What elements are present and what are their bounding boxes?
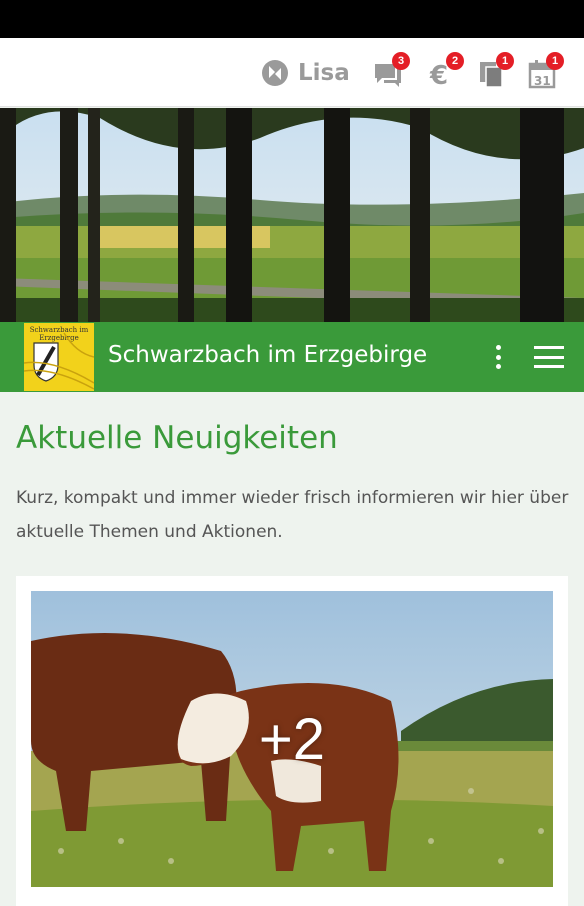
status-bar (0, 0, 584, 38)
calendar-badge: 1 (546, 52, 564, 70)
more-options-button[interactable] (488, 342, 508, 372)
more-images-count: +2 (258, 706, 326, 772)
news-card[interactable]: +2 (16, 576, 568, 906)
news-image[interactable]: +2 (31, 591, 553, 887)
hamburger-line-icon (534, 346, 564, 349)
municipality-logo[interactable]: Schwarzbach im Erzgebirge (24, 323, 94, 391)
site-header: Schwarzbach im Erzgebirge Schwarzbach im… (0, 322, 584, 392)
app-logo-icon (262, 60, 288, 86)
euro-badge: 2 (446, 52, 464, 70)
svg-text:€: € (429, 61, 448, 90)
kebab-dot-icon (495, 345, 501, 350)
section-intro: Kurz, kompakt und immer wieder frisch in… (16, 488, 569, 542)
payments-button[interactable]: € 2 (426, 52, 464, 94)
kebab-dot-icon (495, 364, 501, 369)
hamburger-line-icon (534, 355, 564, 359)
hamburger-line-icon (534, 365, 564, 368)
chat-badge: 3 (392, 52, 410, 70)
header-banner-image (0, 108, 584, 322)
documents-button[interactable]: 1 (476, 52, 514, 94)
menu-button[interactable] (534, 346, 564, 368)
top-bar: Lisa 3 € 2 1 31 1 (0, 38, 584, 107)
calendar-button[interactable]: 31 1 (526, 52, 564, 94)
main-content: Aktuelle Neuigkeiten Kurz, kompakt und i… (0, 392, 584, 906)
coat-of-arms-icon (24, 332, 94, 390)
calendar-day: 31 (534, 74, 551, 88)
site-title: Schwarzbach im Erzgebirge (108, 342, 428, 368)
section-title: Aktuelle Neuigkeiten (16, 420, 338, 456)
documents-badge: 1 (496, 52, 514, 70)
user-name: Lisa (298, 60, 350, 86)
chat-button[interactable]: 3 (372, 52, 410, 94)
profile-button[interactable]: Lisa (260, 58, 350, 88)
kebab-dot-icon (495, 354, 501, 360)
